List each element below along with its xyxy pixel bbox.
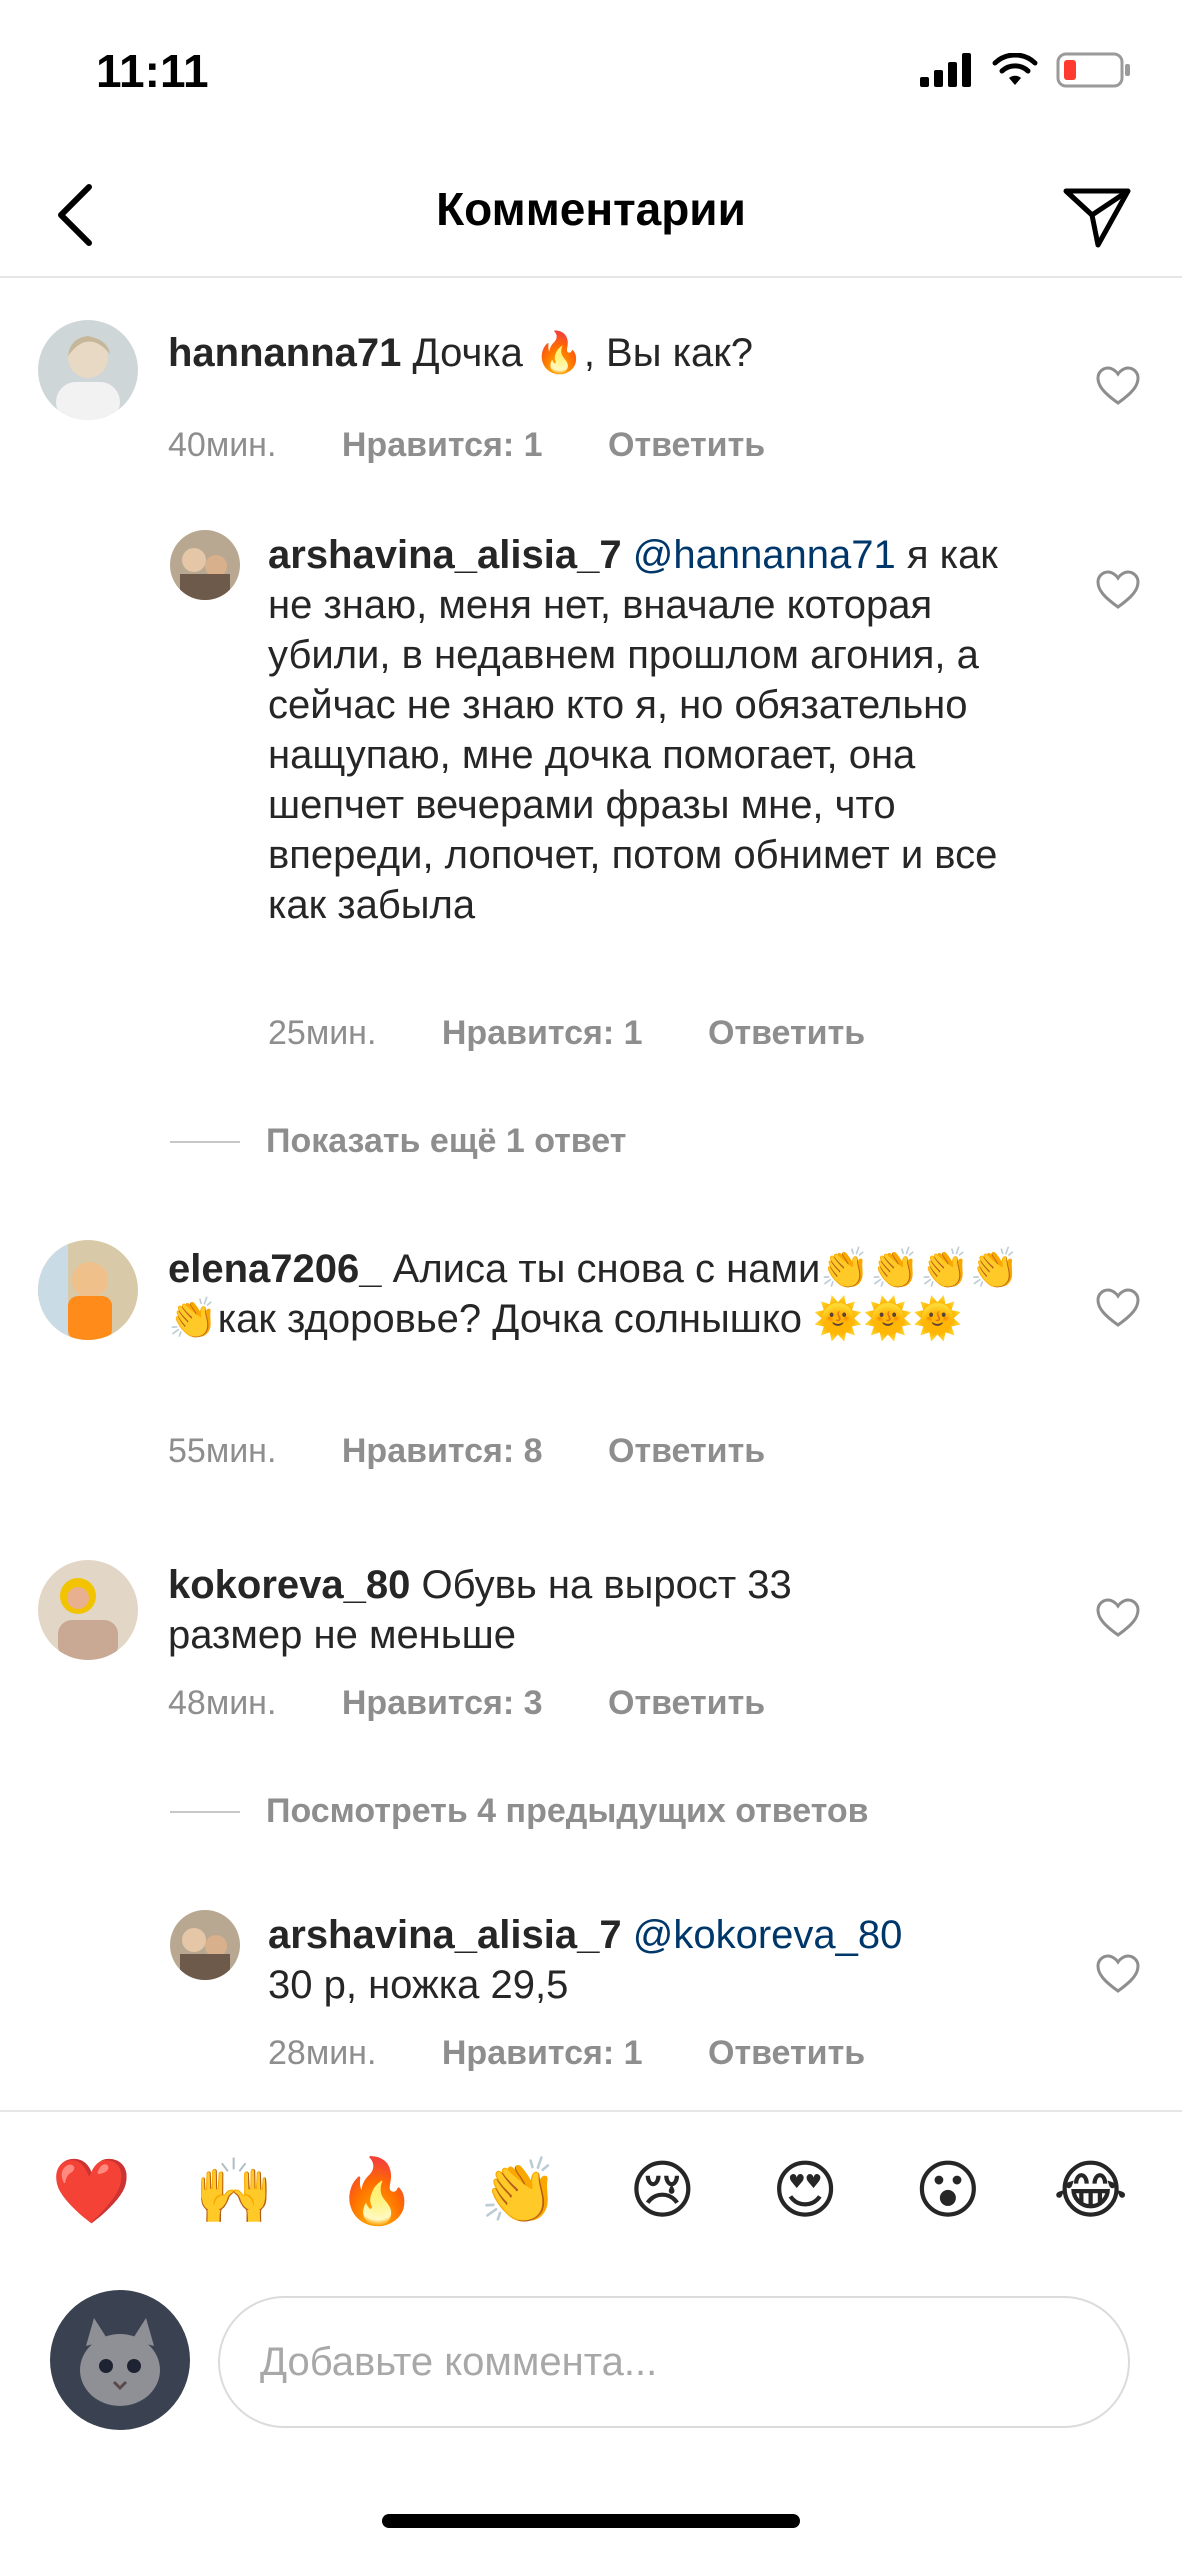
comment-meta: 48мин. Нравится: 3 Ответить bbox=[168, 1684, 821, 1723]
comment-likes[interactable]: Нравится: 8 bbox=[342, 1432, 543, 1471]
wifi-icon bbox=[992, 53, 1038, 85]
reply-item: arshavina_alisia_7 @hannanna71 я как не … bbox=[0, 530, 1182, 1060]
view-previous-replies[interactable]: Посмотреть 4 предыдущих ответов bbox=[170, 1792, 869, 1831]
comment-input[interactable] bbox=[218, 2296, 1130, 2428]
comment-meta: 28мин. Нравится: 1 Ответить bbox=[268, 2034, 921, 2073]
avatar[interactable] bbox=[170, 530, 240, 600]
share-button[interactable] bbox=[1052, 172, 1142, 262]
comment-item: elena7206_ Алиса ты снова с нами👏👏👏👏👏как… bbox=[0, 1240, 1182, 1470]
signal-icon bbox=[920, 53, 971, 87]
comment-likes[interactable]: Нравится: 1 bbox=[442, 2034, 643, 2073]
emoji-cry-button[interactable]: 😢 bbox=[607, 2136, 717, 2246]
reply-button[interactable]: Ответить bbox=[608, 426, 765, 465]
comment-text: hannanna71 Дочка 🔥, Вы как? bbox=[168, 328, 1068, 378]
comment-likes[interactable]: Нравится: 1 bbox=[342, 426, 543, 465]
quick-emoji-bar: ❤️ 🙌 🔥 👏 😢 😍 😮 😂 bbox=[0, 2110, 1182, 2270]
comment-meta: 55мин. Нравится: 8 Ответить bbox=[168, 1432, 821, 1471]
like-heart-icon[interactable] bbox=[1094, 1594, 1142, 1642]
comment-likes[interactable]: Нравится: 1 bbox=[442, 1014, 643, 1053]
emoji-heart-button[interactable]: ❤️ bbox=[36, 2136, 146, 2246]
comment-input-row bbox=[0, 2280, 1182, 2440]
avatar[interactable] bbox=[38, 1560, 138, 1660]
reply-button[interactable]: Ответить bbox=[708, 2034, 865, 2073]
comment-item: kokoreva_80 Обувь на вырост 33 размер не… bbox=[0, 1560, 1182, 1760]
battery-low-icon bbox=[1056, 52, 1130, 88]
comment-text: arshavina_alisia_7 @kokoreva_80 30 р, но… bbox=[268, 1910, 1008, 2010]
comment-username[interactable]: hannanna71 bbox=[168, 331, 401, 375]
reply-button[interactable]: Ответить bbox=[608, 1432, 765, 1471]
send-icon bbox=[1063, 188, 1131, 248]
reply-button[interactable]: Ответить bbox=[708, 1014, 865, 1053]
emoji-laugh-button[interactable]: 😂 bbox=[1036, 2136, 1146, 2246]
comment-content: 30 р, ножка 29,5 bbox=[268, 1963, 569, 2007]
like-heart-icon[interactable] bbox=[1094, 566, 1142, 614]
emoji-clap-button[interactable]: 👏 bbox=[465, 2136, 575, 2246]
comments-list[interactable]: hannanna71 Дочка 🔥, Вы как? 40мин. Нрави… bbox=[0, 280, 1182, 2100]
comment-username[interactable]: elena7206_ bbox=[168, 1247, 382, 1291]
comment-item: hannanna71 Дочка 🔥, Вы как? 40мин. Нрави… bbox=[0, 320, 1182, 500]
reply-button[interactable]: Ответить bbox=[608, 1684, 765, 1723]
status-time: 11:11 bbox=[96, 45, 209, 97]
comment-time: 25мин. bbox=[268, 1014, 377, 1052]
comment-likes[interactable]: Нравится: 3 bbox=[342, 1684, 543, 1723]
emoji-raised-hands-button[interactable]: 🙌 bbox=[179, 2136, 289, 2246]
avatar[interactable] bbox=[38, 1240, 138, 1340]
mention-link[interactable]: @hannanna71 bbox=[633, 533, 896, 577]
comment-content: Дочка 🔥, Вы как? bbox=[412, 331, 753, 375]
my-avatar bbox=[50, 2290, 190, 2430]
comment-time: 48мин. bbox=[168, 1684, 277, 1722]
status-bar: 11:11 bbox=[0, 0, 1182, 150]
divider-line bbox=[170, 1140, 240, 1143]
mention-link[interactable]: @kokoreva_80 bbox=[633, 1913, 903, 1957]
emoji-heart-eyes-button[interactable]: 😍 bbox=[750, 2136, 860, 2246]
avatar[interactable] bbox=[170, 1910, 240, 1980]
show-more-replies-label: Показать ещё 1 ответ bbox=[266, 1122, 627, 1160]
comment-text: arshavina_alisia_7 @hannanna71 я как не … bbox=[268, 530, 1008, 930]
comment-text: elena7206_ Алиса ты снова с нами👏👏👏👏👏как… bbox=[168, 1244, 1028, 1344]
home-indicator bbox=[382, 2514, 800, 2528]
comment-username[interactable]: arshavina_alisia_7 bbox=[268, 1913, 622, 1957]
status-icons bbox=[920, 52, 1132, 88]
comment-meta: 40мин. Нравится: 1 Ответить bbox=[168, 426, 821, 465]
comment-time: 40мин. bbox=[168, 426, 277, 464]
avatar[interactable] bbox=[38, 320, 138, 420]
like-heart-icon[interactable] bbox=[1094, 362, 1142, 410]
comment-time: 55мин. bbox=[168, 1432, 277, 1470]
comment-content: я как не знаю, меня нет, вначале которая… bbox=[268, 533, 998, 927]
page-title: Комментарии bbox=[436, 183, 746, 235]
comment-username[interactable]: kokoreva_80 bbox=[168, 1563, 410, 1607]
comment-time: 28мин. bbox=[268, 2034, 377, 2072]
comment-meta: 25мин. Нравится: 1 Ответить bbox=[268, 1014, 921, 1053]
reply-item: arshavina_alisia_7 @kokoreva_80 30 р, но… bbox=[0, 1910, 1182, 2090]
comment-username[interactable]: arshavina_alisia_7 bbox=[268, 533, 622, 577]
comment-text: kokoreva_80 Обувь на вырост 33 размер не… bbox=[168, 1560, 908, 1660]
show-more-replies[interactable]: Показать ещё 1 ответ bbox=[170, 1122, 626, 1161]
nav-header: Комментарии bbox=[0, 150, 1182, 278]
like-heart-icon[interactable] bbox=[1094, 1950, 1142, 1998]
emoji-surprised-button[interactable]: 😮 bbox=[893, 2136, 1003, 2246]
divider-line bbox=[170, 1810, 240, 1813]
like-heart-icon[interactable] bbox=[1094, 1284, 1142, 1332]
emoji-fire-button[interactable]: 🔥 bbox=[322, 2136, 432, 2246]
view-previous-replies-label: Посмотреть 4 предыдущих ответов bbox=[266, 1792, 869, 1830]
